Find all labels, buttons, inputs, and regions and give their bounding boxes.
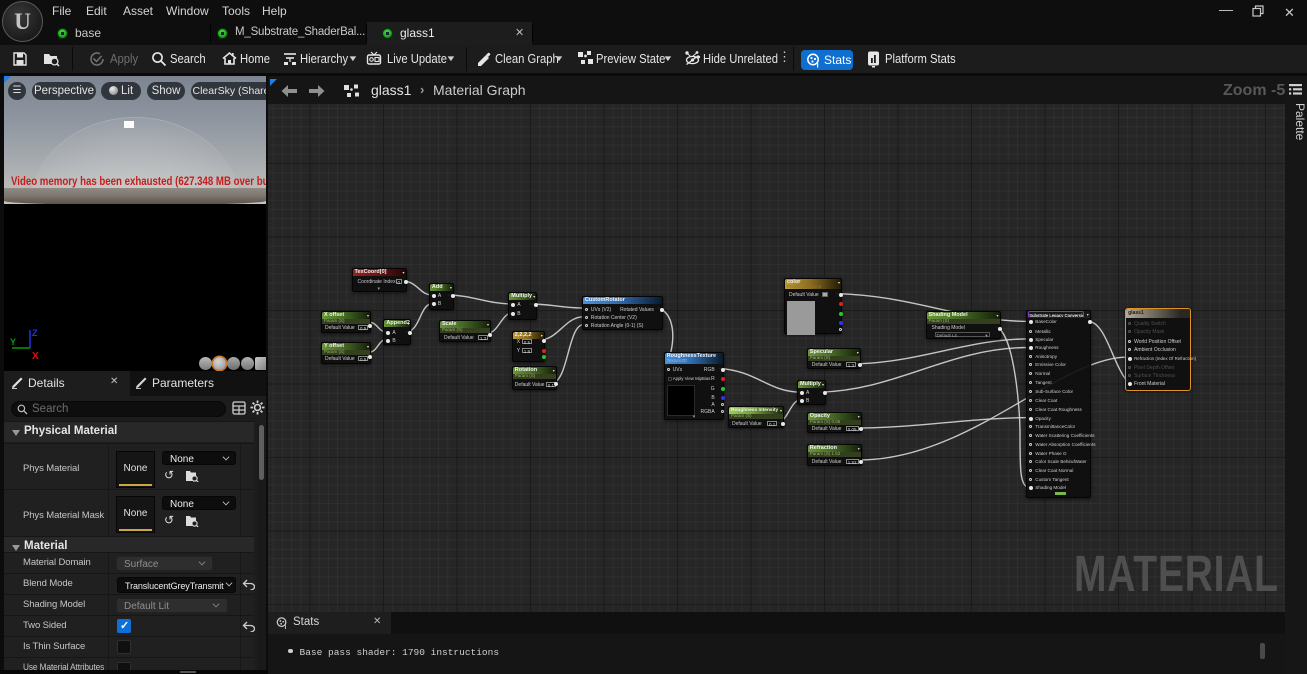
svg-text:i: i	[284, 624, 286, 630]
svg-text:Y: Y	[10, 337, 16, 347]
svg-text:Z: Z	[32, 328, 38, 338]
svg-text:X: X	[32, 351, 39, 362]
svg-text:i: i	[817, 61, 819, 70]
